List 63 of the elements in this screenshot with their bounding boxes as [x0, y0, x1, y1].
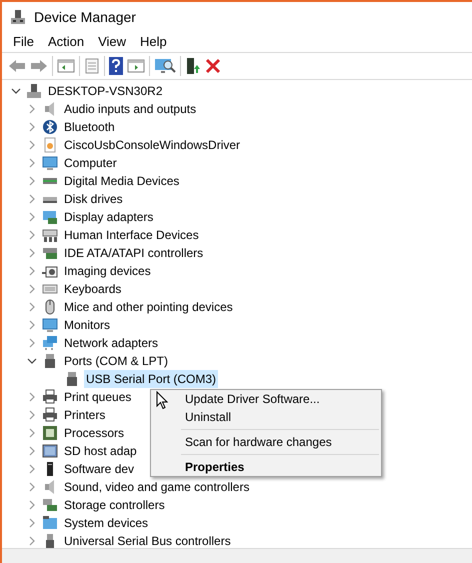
tree-item[interactable]: USB Serial Port (COM3) [84, 370, 218, 388]
display-adapter-icon [42, 209, 58, 225]
system-folder-icon [42, 515, 58, 531]
tree-item[interactable]: Storage controllers [62, 496, 167, 514]
window-title: Device Manager [34, 8, 136, 27]
tree-item[interactable]: System devices [62, 514, 150, 532]
tree-item[interactable]: SD host adap [62, 442, 139, 460]
port-connector-icon [42, 353, 58, 369]
chip-icon [42, 425, 58, 441]
context-menu-item[interactable]: Scan for hardware changes [151, 433, 381, 451]
scan-monitor-icon[interactable] [154, 57, 176, 75]
mouse-cursor-icon [156, 391, 168, 410]
tree-item[interactable]: CiscoUsbConsoleWindowsDriver [62, 136, 242, 154]
controller-card-icon [42, 245, 58, 261]
bluetooth-icon [42, 119, 58, 135]
printer-icon [42, 389, 58, 405]
tree-item[interactable]: Ports (COM & LPT) [62, 352, 170, 370]
tree-item[interactable]: Human Interface Devices [62, 226, 201, 244]
tree-item[interactable]: Monitors [62, 316, 112, 334]
monitor-icon [42, 155, 58, 171]
storage-controller-icon [42, 497, 58, 513]
tree-item[interactable]: DESKTOP-VSN30R2 [46, 82, 164, 100]
forward-arrow-icon[interactable] [30, 58, 48, 74]
menu-item[interactable]: File [6, 32, 41, 52]
port-connector-icon [64, 371, 80, 387]
tree-item[interactable]: Imaging devices [62, 262, 153, 280]
tree-item[interactable]: Software dev [62, 460, 136, 478]
tree-item[interactable]: IDE ATA/ATAPI controllers [62, 244, 206, 262]
panel-icon[interactable] [127, 58, 145, 74]
menu-item[interactable]: View [91, 32, 134, 52]
tree-item[interactable]: Mice and other pointing devices [62, 298, 235, 316]
computer-icon [26, 83, 42, 99]
back-arrow-icon[interactable] [8, 58, 26, 74]
tree-item[interactable]: Audio inputs and outputs [62, 100, 198, 118]
help-icon[interactable] [109, 57, 123, 75]
tree-item[interactable]: Disk drives [62, 190, 125, 208]
card-reader-icon [42, 443, 58, 459]
document-icon [42, 137, 58, 153]
monitor-icon [42, 317, 58, 333]
tree-item[interactable]: Keyboards [62, 280, 124, 298]
tree-item[interactable]: Network adapters [62, 334, 160, 352]
network-icon [42, 335, 58, 351]
tree-item[interactable]: Display adapters [62, 208, 156, 226]
add-driver-icon[interactable] [185, 57, 201, 75]
menu-item[interactable]: Action [40, 32, 92, 52]
panel-icon[interactable] [57, 58, 75, 74]
document-icon[interactable] [84, 58, 100, 74]
tree-item[interactable]: Sound, video and game controllers [62, 478, 252, 496]
tree-item[interactable]: Print queues [62, 388, 134, 406]
tree-item[interactable]: Bluetooth [62, 118, 117, 136]
context-menu-item[interactable]: Uninstall [151, 408, 381, 426]
printer-icon [42, 407, 58, 423]
tree-item[interactable]: Computer [62, 154, 119, 172]
tree-item[interactable]: Processors [62, 424, 126, 442]
delete-icon[interactable] [205, 58, 221, 74]
tree-item[interactable]: Printers [62, 406, 108, 424]
tree-item[interactable]: Universal Serial Bus controllers [62, 532, 233, 548]
tree-item[interactable]: Digital Media Devices [62, 172, 182, 190]
app-icon [10, 9, 26, 25]
hid-device-icon [42, 227, 58, 243]
context-menu-item[interactable]: Properties [151, 458, 381, 476]
context-menu-item[interactable]: Update Driver Software... [151, 390, 381, 408]
menu-item[interactable]: Help [133, 32, 174, 52]
